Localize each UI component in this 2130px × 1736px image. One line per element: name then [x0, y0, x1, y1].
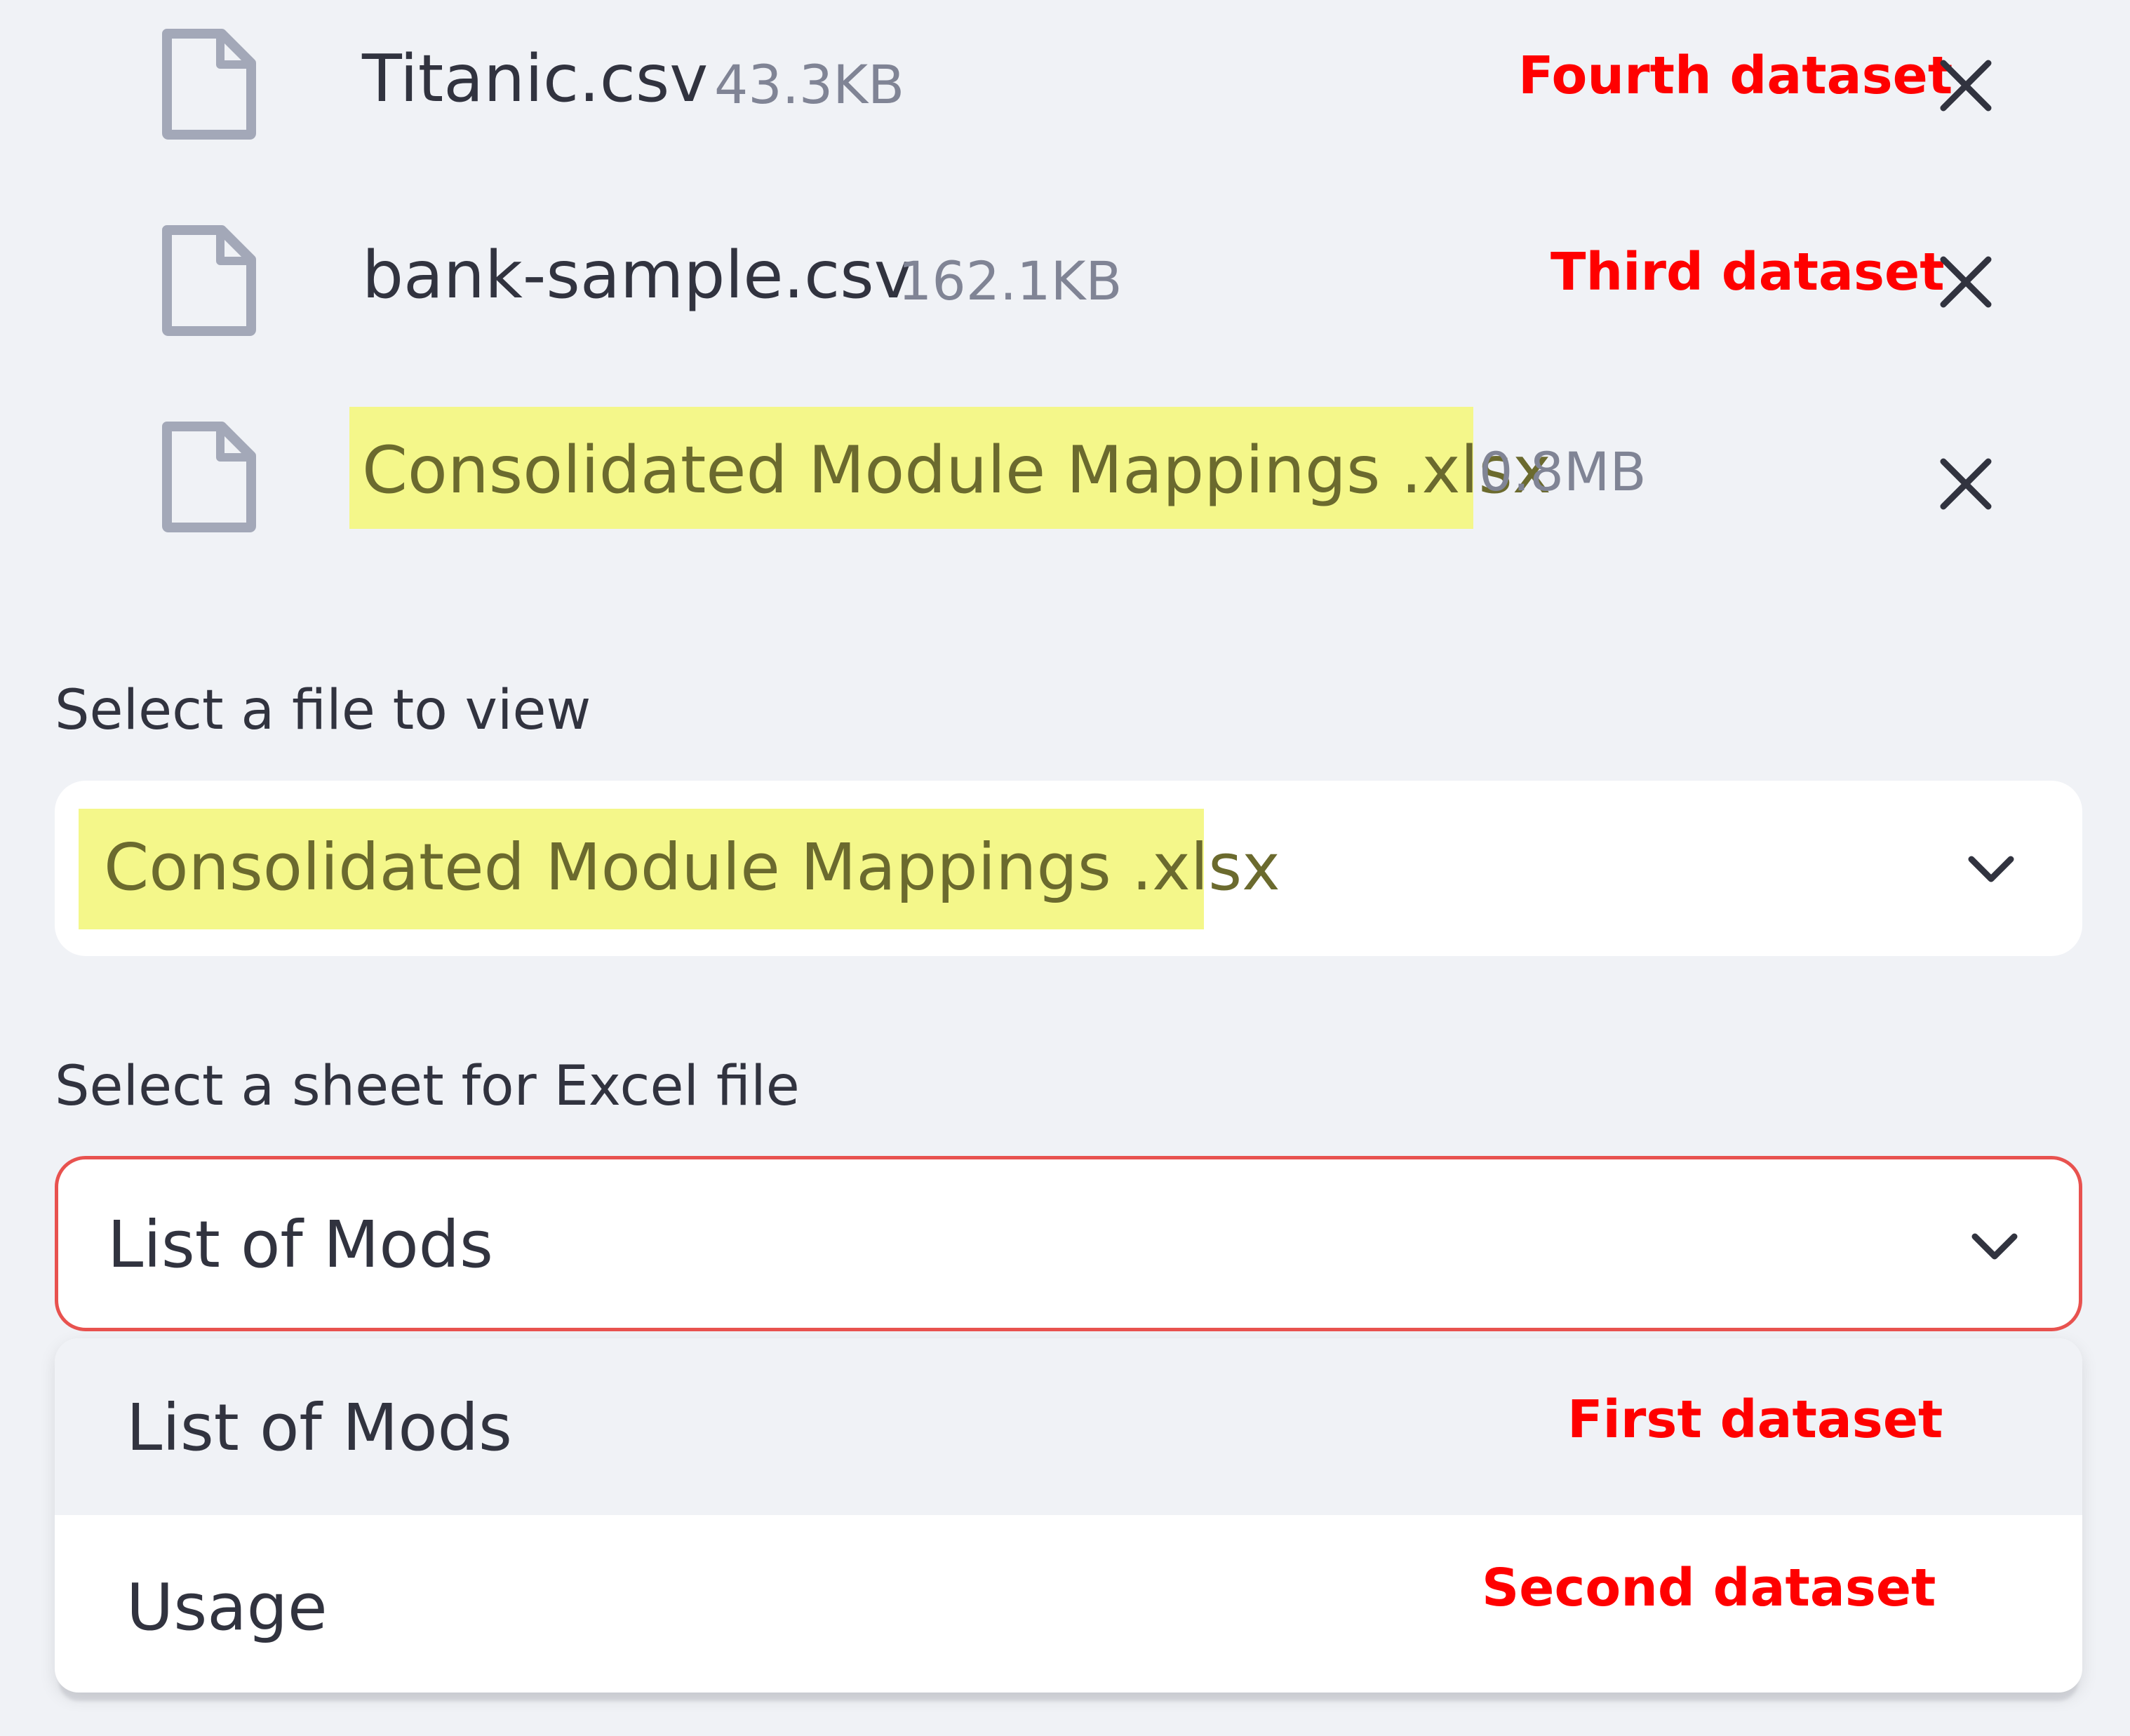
option-label: Usage — [126, 1570, 328, 1645]
close-icon[interactable] — [1931, 51, 2001, 121]
file-name: bank-sample.csv — [362, 237, 913, 313]
option-label: List of Mods — [126, 1390, 512, 1465]
dropdown-option[interactable]: List of Mods First dataset — [55, 1338, 2082, 1515]
close-icon[interactable] — [1931, 247, 2001, 317]
annotation-label: Fourth dataset — [1518, 46, 1953, 106]
annotation-label: First dataset — [1567, 1390, 1943, 1450]
sheet-dropdown-menu: List of Mods First dataset Usage Second … — [55, 1338, 2082, 1693]
annotation-label: Second dataset — [1482, 1558, 1936, 1618]
file-icon — [162, 225, 256, 336]
file-name: Titanic.csv — [362, 41, 709, 116]
uploaded-file-row: bank-sample.csv 162.1KB Third dataset — [0, 196, 2130, 337]
file-size: 0.8MB — [1479, 440, 1647, 503]
file-select-label: Select a file to view — [55, 679, 591, 742]
sheet-select[interactable]: List of Mods — [55, 1156, 2082, 1331]
file-icon — [162, 29, 256, 140]
uploaded-file-row: Consolidated Module Mappings .xlsx 0.8MB — [0, 393, 2130, 533]
dropdown-option[interactable]: Usage Second dataset — [55, 1515, 2082, 1693]
sheet-select-value: List of Mods — [107, 1207, 493, 1282]
chevron-down-icon — [1968, 856, 2014, 882]
file-size: 162.1KB — [898, 250, 1123, 312]
file-select-value: Consolidated Module Mappings .xlsx — [104, 830, 1280, 905]
annotation-label: Third dataset — [1550, 242, 1945, 302]
file-select[interactable]: Consolidated Module Mappings .xlsx — [55, 781, 2082, 956]
uploaded-file-row: Titanic.csv 43.3KB Fourth dataset — [0, 0, 2130, 140]
chevron-down-icon — [1971, 1233, 2018, 1260]
close-icon[interactable] — [1931, 449, 2001, 519]
file-name: Consolidated Module Mappings .xlsx — [362, 432, 1551, 508]
file-icon — [162, 422, 256, 532]
file-size: 43.3KB — [714, 53, 905, 116]
sheet-select-label: Select a sheet for Excel file — [55, 1055, 800, 1118]
